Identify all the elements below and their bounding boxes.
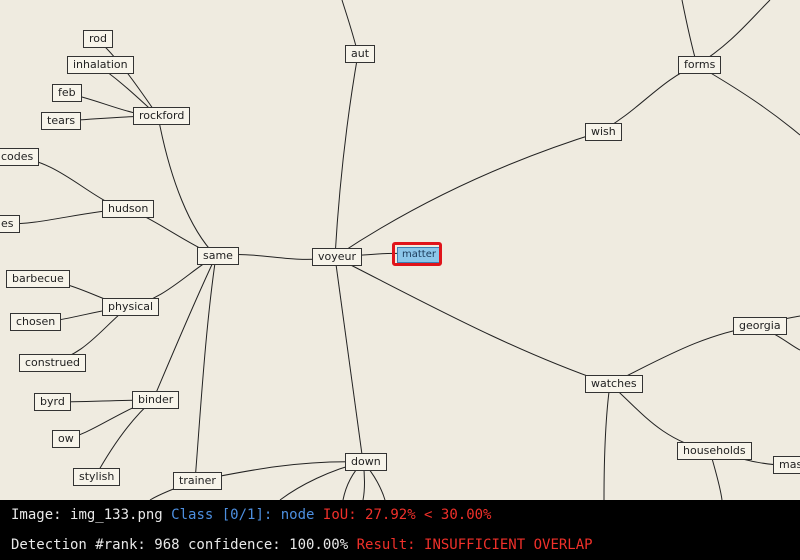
- node-watches[interactable]: watches: [585, 375, 643, 393]
- node-physical[interactable]: physical: [102, 298, 160, 316]
- diagram-canvas: rod inhalation feb tears rockford codes …: [0, 0, 800, 500]
- node-rockford[interactable]: rockford: [133, 107, 191, 125]
- status-line-2: Detection #rank: 968 confidence: 100.00%…: [11, 537, 593, 553]
- edge-voyeur-aut: [334, 53, 359, 258]
- node-es[interactable]: es: [0, 215, 20, 233]
- status-bar: Image: img_133.png Class [0/1]: node IoU…: [0, 500, 800, 560]
- edge-watches-households: [609, 383, 711, 452]
- node-trainer[interactable]: trainer: [173, 472, 222, 490]
- edge-binder-stylish: [94, 399, 154, 478]
- node-down[interactable]: down: [345, 453, 387, 471]
- node-wish[interactable]: wish: [585, 123, 622, 141]
- node-inhalation[interactable]: inhalation: [67, 56, 134, 74]
- edge-voyeur-watches: [334, 256, 611, 385]
- node-stylish[interactable]: stylish: [73, 468, 121, 486]
- node-ow[interactable]: ow: [52, 430, 80, 448]
- class-text: Class [0/1]: node: [171, 507, 315, 523]
- node-voyeur[interactable]: voyeur: [312, 248, 363, 266]
- edge-forms-right: [696, 64, 800, 136]
- node-mas[interactable]: mas: [773, 456, 800, 474]
- node-binder[interactable]: binder: [132, 391, 180, 409]
- iou-text: IoU: 27.92% < 30.00%: [322, 507, 492, 523]
- node-aut[interactable]: aut: [345, 45, 376, 63]
- node-households[interactable]: households: [677, 442, 752, 460]
- edge-watches-below: [603, 383, 611, 500]
- edge-wish-forms: [599, 64, 698, 133]
- node-barbecue[interactable]: barbecue: [6, 270, 70, 288]
- status-line-1: Image: img_133.png Class [0/1]: node IoU…: [11, 507, 491, 523]
- node-georgia[interactable]: georgia: [733, 317, 787, 335]
- node-byrd[interactable]: byrd: [34, 393, 71, 411]
- node-tears[interactable]: tears: [41, 112, 82, 130]
- node-hudson[interactable]: hudson: [102, 200, 155, 218]
- edge-voyeur-wish: [334, 131, 601, 258]
- detection-highlight-box: [392, 242, 442, 266]
- node-codes[interactable]: codes: [0, 148, 40, 166]
- image-name: img_133.png: [70, 507, 163, 523]
- node-construed[interactable]: construed: [19, 354, 87, 372]
- node-feb[interactable]: feb: [52, 84, 82, 102]
- rank-text: Detection #rank: 968 confidence: 100.00%: [11, 537, 349, 553]
- edge-same-rockford: [157, 115, 217, 257]
- node-same[interactable]: same: [197, 247, 239, 265]
- result-text: Result: INSUFFICIENT OVERLAP: [356, 537, 593, 553]
- node-rod[interactable]: rod: [83, 30, 113, 48]
- edge-voyeur-down: [334, 256, 364, 463]
- edge-same-trainer: [194, 255, 217, 482]
- image-label: Image:: [11, 507, 62, 523]
- node-chosen[interactable]: chosen: [10, 313, 62, 331]
- node-forms[interactable]: forms: [678, 56, 722, 74]
